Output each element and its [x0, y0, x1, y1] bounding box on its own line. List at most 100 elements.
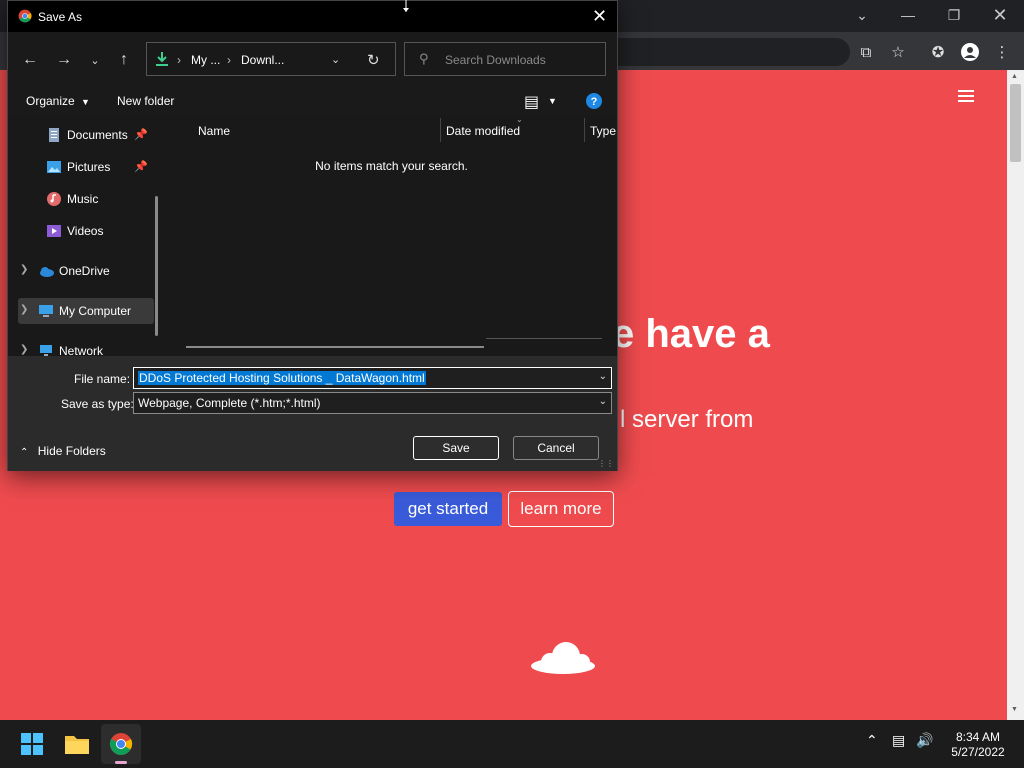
navigation-pane: Documents 📌 Pictures 📌 Music Videos ❯ On…	[8, 116, 166, 356]
breadcrumb-separator: ›	[177, 53, 181, 67]
start-button[interactable]	[12, 724, 52, 764]
file-name-label: File name:	[74, 372, 131, 386]
view-options-icon[interactable]: ▤	[524, 92, 539, 112]
column-divider[interactable]	[440, 118, 441, 142]
help-icon[interactable]: ?	[586, 93, 602, 112]
address-breadcrumb[interactable]: › My ... › Downl... ⌄ ↻	[146, 42, 396, 76]
download-icon	[156, 52, 168, 66]
navigation-bar: ← → ⌄ ↑ › My ... › Downl... ⌄ ↻ ⚲ Search…	[8, 32, 617, 86]
minimize-icon[interactable]: —	[888, 4, 928, 26]
chevron-down-icon[interactable]: ⌄	[599, 371, 607, 382]
share-icon[interactable]: ⧉	[854, 40, 878, 64]
windows-logo-icon	[21, 733, 43, 755]
network-icon[interactable]: ▤	[892, 732, 905, 749]
address-dropdown-icon[interactable]: ⌄	[331, 53, 340, 66]
expand-chevron-icon[interactable]: ❯	[20, 344, 28, 355]
column-header-name[interactable]: Name	[198, 124, 230, 138]
sidebar-item-label: Videos	[67, 224, 104, 238]
nav-pane-scrollbar[interactable]	[155, 196, 158, 336]
save-as-type-select[interactable]: Webpage, Complete (*.htm;*.html) ⌄	[133, 392, 612, 414]
taskbar: ⌃ ▤ 🔊	[0, 720, 1024, 768]
file-name-value: DDoS Protected Hosting Solutions _ DataW…	[138, 371, 426, 385]
command-bar: Organize ▼ New folder ▤ ▼ ?	[8, 86, 617, 116]
sidebar-item-my-computer[interactable]: ❯ My Computer	[18, 298, 154, 324]
pin-icon: 📌	[134, 161, 148, 173]
sidebar-item-label: Network	[59, 344, 104, 356]
hide-folders-label: Hide Folders	[37, 444, 106, 458]
new-folder-button[interactable]: New folder	[117, 94, 174, 108]
tab-search-icon[interactable]: ⌄	[842, 4, 882, 26]
column-header-date-modified[interactable]: Date modified	[446, 124, 520, 138]
sidebar-item-network[interactable]: ❯ Network	[8, 338, 154, 356]
sidebar-item-label: Music	[67, 192, 99, 206]
chevron-up-icon: ⌃	[20, 447, 29, 458]
empty-message: No items match your search.	[315, 159, 468, 173]
dialog-close-icon[interactable]: ✕	[592, 6, 607, 27]
text-cursor-icon	[403, 0, 409, 12]
bookmark-star-icon[interactable]: ☆	[886, 40, 910, 64]
breadcrumb-segment[interactable]: Downl...	[241, 53, 284, 67]
restore-icon[interactable]: ❐	[934, 4, 974, 26]
organize-button[interactable]: Organize ▼	[26, 94, 90, 108]
sidebar-item-onedrive[interactable]: ❯ OneDrive	[8, 258, 154, 284]
save-as-type-value: Webpage, Complete (*.htm;*.html)	[138, 396, 321, 410]
file-explorer-taskbar[interactable]	[57, 724, 97, 764]
sidebar-item-label: Pictures	[67, 160, 111, 174]
horizontal-scrollbar[interactable]	[186, 346, 484, 348]
column-header-type[interactable]: Type	[590, 124, 616, 138]
address-bar[interactable]	[610, 38, 850, 66]
sidebar-item-label: OneDrive	[59, 264, 110, 278]
breadcrumb-segment[interactable]: My ...	[191, 53, 220, 67]
recent-locations-icon[interactable]: ⌄	[85, 50, 105, 70]
pane-divider	[486, 338, 602, 339]
show-hidden-icons-icon[interactable]: ⌃	[866, 732, 878, 749]
forward-icon[interactable]: →	[54, 50, 74, 70]
close-window-icon[interactable]: ✕	[980, 4, 1020, 26]
onedrive-cloud-icon	[40, 267, 54, 277]
hide-folders-button[interactable]: ⌃ Hide Folders	[20, 444, 106, 458]
sidebar-item-pictures[interactable]: Pictures 📌	[8, 154, 154, 180]
hamburger-menu-icon[interactable]	[958, 90, 974, 102]
search-input[interactable]: Search Downloads	[445, 53, 546, 67]
scroll-down-icon[interactable]: ▼	[1011, 706, 1018, 713]
refresh-icon[interactable]: ↻	[367, 51, 380, 69]
sort-chevron-icon: ⌄	[516, 115, 523, 124]
chrome-taskbar[interactable]	[101, 724, 141, 764]
get-started-button[interactable]: get started	[394, 492, 502, 526]
cancel-button[interactable]: Cancel	[513, 436, 599, 460]
sidebar-item-music[interactable]: Music	[8, 186, 154, 212]
view-dropdown-icon[interactable]: ▼	[548, 96, 557, 106]
file-name-input[interactable]: DDoS Protected Hosting Solutions _ DataW…	[133, 367, 612, 389]
save-button[interactable]: Save	[413, 436, 499, 460]
sidebar-item-videos[interactable]: Videos	[8, 218, 154, 244]
back-icon[interactable]: ←	[20, 50, 40, 70]
taskbar-clock[interactable]: 8:34 AM 5/27/2022	[938, 730, 1018, 760]
sidebar-item-documents[interactable]: Documents 📌	[8, 122, 154, 148]
expand-chevron-icon[interactable]: ❯	[20, 304, 28, 315]
up-folder-icon[interactable]: ↑	[114, 50, 134, 70]
cloud-icon	[531, 642, 595, 674]
hero-subtitle: l server from	[620, 406, 754, 433]
folder-icon	[65, 736, 89, 754]
extensions-icon[interactable]: ✪	[926, 40, 950, 64]
active-app-indicator	[115, 761, 127, 764]
file-list-pane: Name Date modified ⌄ Type No items match…	[166, 115, 617, 356]
expand-chevron-icon[interactable]: ❯	[20, 264, 28, 275]
videos-icon	[47, 225, 61, 237]
search-box[interactable]: ⚲ Search Downloads	[404, 42, 606, 76]
profile-icon[interactable]	[958, 40, 982, 64]
page-scrollbar[interactable]: ▲ ▼	[1007, 70, 1024, 720]
column-divider[interactable]	[584, 118, 585, 142]
documents-icon	[49, 128, 59, 142]
more-menu-icon[interactable]: ⋮	[990, 40, 1014, 64]
pin-icon: 📌	[134, 129, 148, 141]
resize-grip-icon[interactable]: ⋮⋮	[598, 459, 614, 468]
volume-icon[interactable]: 🔊	[916, 732, 933, 749]
scroll-thumb[interactable]	[1010, 84, 1021, 162]
save-as-dialog: Save As ✕ ← → ⌄ ↑ › My ... › Downl... ⌄ …	[7, 0, 618, 471]
scroll-up-icon[interactable]: ▲	[1011, 73, 1018, 80]
dialog-titlebar[interactable]: Save As ✕	[8, 1, 617, 32]
save-as-type-label: Save as type:	[61, 397, 134, 411]
learn-more-button[interactable]: learn more	[508, 491, 614, 527]
breadcrumb-separator: ›	[227, 53, 231, 67]
